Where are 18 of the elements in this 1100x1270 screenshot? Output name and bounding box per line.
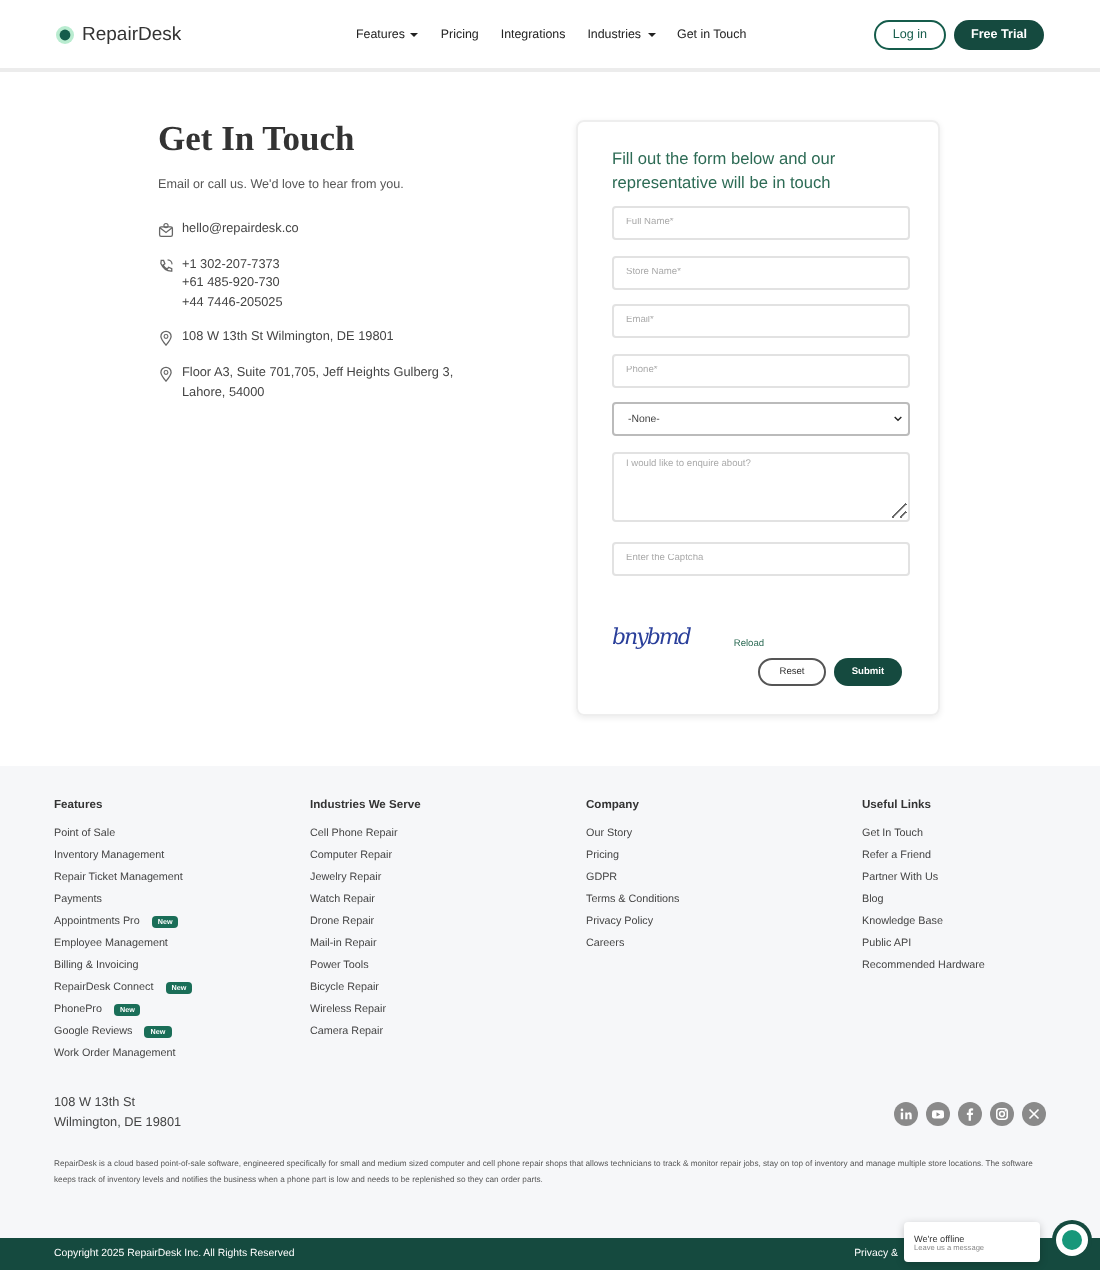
instagram-icon[interactable] <box>990 1101 1014 1126</box>
phone-icon <box>158 257 174 274</box>
youtube-icon[interactable] <box>926 1101 950 1126</box>
form-heading: Fill out the form below and our representative will be in touch <box>612 146 838 194</box>
logo-icon <box>56 25 74 43</box>
facebook-icon[interactable] <box>958 1101 982 1126</box>
x-icon[interactable] <box>1022 1101 1046 1126</box>
linkedin-icon[interactable] <box>894 1101 918 1126</box>
chat-button[interactable] <box>1052 1220 1092 1260</box>
captcha-image: bnybmd <box>612 624 690 650</box>
page-title: Get In Touch <box>158 118 357 160</box>
chevron-icon <box>894 416 902 422</box>
location-pin-icon <box>158 330 174 347</box>
brand-name[interactable]: RepairDesk <box>82 23 182 45</box>
email-icon <box>158 222 174 238</box>
caret-icon <box>410 31 419 37</box>
caret-icon <box>647 31 656 37</box>
location-pin-icon <box>158 365 174 382</box>
